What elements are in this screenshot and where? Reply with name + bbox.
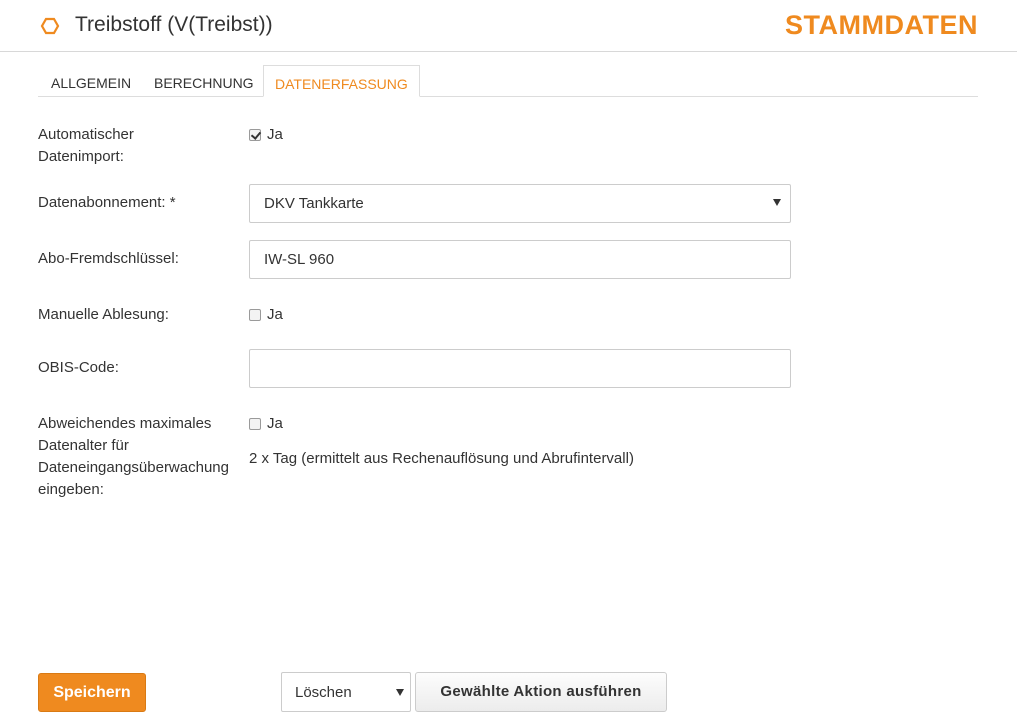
- max-age-checkbox[interactable]: [249, 417, 261, 430]
- max-age-label-line3: Dateneingangsüberwachung: [38, 459, 229, 476]
- tab-datenerfassung[interactable]: DATENERFASSUNG: [263, 65, 420, 97]
- manual-reading-checkbox[interactable]: [249, 308, 261, 321]
- max-age-label: Abweichendes maximales Datenalter für Da…: [38, 413, 229, 501]
- max-age-checkbox-group[interactable]: Ja: [249, 415, 283, 432]
- subscription-select[interactable]: DKV Tankkarte: [249, 184, 791, 223]
- obis-input[interactable]: [249, 349, 791, 388]
- page-title: Treibstoff (V(Treibst)): [75, 13, 273, 36]
- foreign-key-label: Abo-Fremdschlüssel:: [38, 250, 179, 267]
- tab-berechnung[interactable]: BERECHNUNG: [154, 65, 254, 96]
- max-age-label-line4: eingeben:: [38, 481, 104, 498]
- execute-action-button[interactable]: Gewählte Aktion ausführen: [415, 672, 667, 712]
- max-age-label-line2: Datenalter für: [38, 437, 129, 454]
- page-header: Treibstoff (V(Treibst)) STAMMDATEN: [0, 0, 1017, 52]
- auto-import-label-line1: Automatischer: [38, 126, 134, 143]
- manual-reading-checkbox-group[interactable]: Ja: [249, 306, 283, 323]
- auto-import-label-line2: Datenimport:: [38, 148, 124, 165]
- max-age-option-label: Ja: [267, 415, 283, 432]
- auto-import-checkbox[interactable]: [249, 128, 261, 141]
- max-age-info-text: 2 x Tag (ermittelt aus Rechenauflösung u…: [249, 450, 634, 467]
- section-title: STAMMDATEN: [785, 10, 978, 40]
- subscription-selected-value: DKV Tankkarte: [264, 195, 364, 212]
- foreign-key-value: IW-SL 960: [264, 251, 335, 268]
- save-button[interactable]: Speichern: [38, 673, 146, 712]
- auto-import-label: Automatischer Datenimport:: [38, 124, 134, 168]
- obis-label: OBIS-Code:: [38, 359, 119, 376]
- auto-import-checkbox-group[interactable]: Ja: [249, 126, 283, 143]
- subscription-label: Datenabonnement: *: [38, 194, 176, 211]
- foreign-key-input[interactable]: IW-SL 960: [249, 240, 791, 279]
- caret-down-icon: [396, 689, 404, 696]
- tab-allgemein[interactable]: ALLGEMEIN: [51, 65, 131, 96]
- tab-bar: ALLGEMEIN BERECHNUNG DATENERFASSUNG: [38, 65, 978, 97]
- action-selected-value: Löschen: [295, 684, 352, 701]
- hexagon-icon: [40, 17, 60, 35]
- caret-down-icon: [773, 199, 781, 206]
- auto-import-option-label: Ja: [267, 126, 283, 143]
- manual-reading-option-label: Ja: [267, 306, 283, 323]
- max-age-label-line1: Abweichendes maximales: [38, 415, 212, 432]
- manual-reading-label: Manuelle Ablesung:: [38, 306, 169, 323]
- action-select[interactable]: Löschen: [281, 672, 411, 712]
